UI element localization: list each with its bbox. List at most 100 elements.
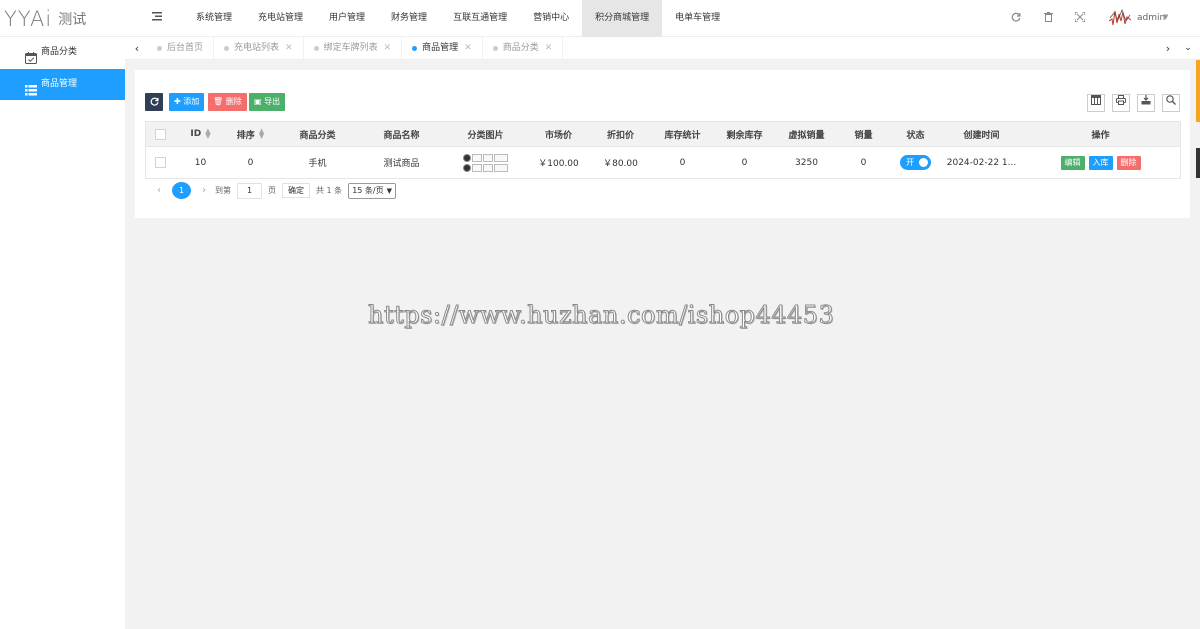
tab-dot — [313, 46, 319, 51]
edge-tab-dark[interactable] — [1196, 148, 1200, 178]
tab-dot — [412, 46, 418, 51]
total-count: 共 1 条 — [316, 186, 343, 195]
page-size-select[interactable]: 15 条/页 ▼ — [348, 182, 396, 199]
row-delete-button[interactable]: 删除 — [1116, 155, 1141, 170]
column-header-id[interactable]: ID ▲ ▼ — [176, 122, 226, 146]
cell-created: 2024-02-22 1... — [946, 157, 1017, 168]
nav-item-stations[interactable]: 充电站管理 — [245, 0, 316, 37]
table-row: 10 0 手机 测试商品 ￥100.00 ￥80.00 0 0 3250 0 开 — [146, 146, 1180, 178]
column-header-category: 商品分类 — [299, 130, 336, 141]
sort-icon[interactable]: ▲ ▼ — [259, 128, 264, 140]
avatar[interactable] — [1108, 8, 1132, 27]
close-icon[interactable]: ✕ — [545, 37, 553, 60]
nav-item-finance[interactable]: 财务管理 — [378, 0, 440, 37]
cell-sort: 0 — [247, 157, 254, 168]
sort-icon[interactable]: ▲ ▼ — [205, 128, 210, 140]
export-button[interactable]: ▣ 导出 — [249, 93, 286, 111]
status-toggle[interactable]: 开 — [900, 155, 931, 170]
select-all-checkbox[interactable] — [146, 122, 176, 146]
column-header-stock-left: 剩余库存 — [726, 130, 763, 141]
tabs-menu-icon[interactable]: ⌄ — [1178, 37, 1198, 60]
nav-item-marketing[interactable]: 营销中心 — [520, 0, 582, 37]
refresh-button[interactable] — [145, 93, 163, 111]
nav-item-points-mall[interactable]: 积分商城管理 — [582, 0, 663, 37]
column-header-virtual-sales: 虚拟销量 — [788, 130, 825, 141]
close-icon[interactable]: ✕ — [384, 37, 392, 60]
goto-label: 到第 — [215, 186, 231, 195]
close-icon[interactable]: ✕ — [464, 37, 472, 60]
category-image-thumbnail[interactable] — [463, 153, 508, 172]
nav-item-ebike[interactable]: 电单车管理 — [662, 0, 733, 37]
nav-item-system[interactable]: 系统管理 — [183, 0, 245, 37]
column-header-actions: 操作 — [1091, 130, 1110, 141]
sidebar-item-label: 商品管理 — [41, 79, 78, 89]
cell-category: 手机 — [308, 159, 327, 169]
pagination: ‹ 1 › 到第 1 页 确定 共 1 条 15 条/页 ▼ — [152, 182, 396, 199]
edit-button[interactable]: 编辑 — [1060, 155, 1085, 170]
tab-list: 后台首页 充电站列表 ✕ 绑定车牌列表 ✕ 商品管理 ✕ 商品分类 ✕ — [147, 37, 564, 60]
cell-status: 开 — [890, 147, 942, 178]
sidebar-item-products[interactable]: 商品管理 — [0, 69, 125, 100]
export-button-label: 导出 — [264, 97, 281, 106]
goto-confirm-button[interactable]: 确定 — [282, 183, 310, 198]
goto-page-input[interactable]: 1 — [237, 182, 262, 199]
next-page-icon[interactable]: › — [197, 185, 211, 196]
stock-in-button[interactable]: 入库 — [1088, 155, 1113, 170]
column-header-status: 状态 — [906, 130, 925, 141]
page-tabs: ‹ 后台首页 充电站列表 ✕ 绑定车牌列表 ✕ 商品管理 ✕ 商品分类 ✕ › … — [125, 37, 1200, 60]
logo-text: 测试 — [58, 12, 87, 28]
tab-label: 后台首页 — [167, 43, 204, 53]
prev-page-icon[interactable]: ‹ — [152, 185, 166, 196]
close-icon[interactable]: ✕ — [285, 37, 293, 60]
top-bar: YYAi 测试 系统管理 充电站管理 用户管理 财务管理 互联互通管理 营销中心… — [0, 0, 1200, 37]
chevron-down-icon: ▼ — [386, 186, 392, 195]
cell-virtual-sales: 3250 — [795, 157, 818, 168]
tab-plates[interactable]: 绑定车牌列表 ✕ — [304, 37, 403, 60]
column-header-sales: 销量 — [854, 130, 873, 141]
calendar-check-icon — [25, 47, 37, 64]
row-checkbox[interactable] — [146, 147, 176, 178]
page-unit-label: 页 — [268, 186, 276, 195]
add-button[interactable]: ✚ 添加 — [169, 93, 205, 111]
cell-image[interactable] — [444, 147, 528, 178]
product-table: ID ▲ ▼ 排序 ▲ ▼ 商品分类 商品名称 分类图片 市场价 折扣价 库存统计 剩余… — [145, 121, 1181, 179]
list-icon — [25, 79, 37, 96]
tab-products[interactable]: 商品管理 ✕ — [402, 37, 483, 60]
add-button-label: 添加 — [183, 97, 200, 106]
tabs-prev-icon[interactable]: ‹ — [127, 37, 147, 60]
export-file-icon: ▣ — [254, 97, 262, 106]
cell-stock-left: 0 — [741, 157, 748, 168]
columns-filter-icon[interactable] — [1087, 94, 1105, 112]
nav-item-users[interactable]: 用户管理 — [316, 0, 378, 37]
sidebar-item-label: 商品分类 — [41, 47, 78, 57]
nav-item-interconnect[interactable]: 互联互通管理 — [440, 0, 520, 37]
tabs-next-icon[interactable]: › — [1158, 37, 1178, 60]
trash-icon[interactable] — [1042, 12, 1054, 24]
fullscreen-icon[interactable] — [1074, 11, 1086, 24]
cell-id: 10 — [194, 157, 207, 168]
column-header-sort[interactable]: 排序 ▲ ▼ — [226, 122, 276, 146]
delete-button[interactable]: 🗑 删除 — [208, 93, 247, 111]
tab-label: 绑定车牌列表 — [323, 43, 378, 53]
export-icon[interactable] — [1137, 94, 1155, 112]
current-page[interactable]: 1 — [172, 182, 191, 199]
tab-label: 商品管理 — [422, 43, 459, 53]
print-icon[interactable] — [1112, 94, 1130, 112]
delete-button-label: 删除 — [225, 97, 242, 106]
edge-tab-accent[interactable] — [1196, 60, 1200, 122]
tab-categories[interactable]: 商品分类 ✕ — [483, 37, 564, 60]
page-size-value: 15 条/页 — [352, 185, 384, 195]
refresh-icon[interactable] — [1010, 12, 1022, 24]
tab-stations[interactable]: 充电站列表 ✕ — [214, 37, 304, 60]
sidebar-item-category[interactable]: 商品分类 — [0, 37, 125, 68]
tab-dot — [224, 46, 230, 51]
tab-dot — [492, 46, 498, 51]
search-icon[interactable] — [1162, 94, 1180, 112]
watermark: https://www.huzhan.com/ishop44453 — [367, 301, 835, 330]
user-menu-caret-icon[interactable]: ▼ — [1163, 13, 1168, 21]
user-name[interactable]: admin — [1137, 13, 1165, 23]
menu-toggle-icon[interactable] — [150, 11, 164, 25]
status-toggle-label: 开 — [906, 158, 914, 167]
tab-home[interactable]: 后台首页 — [147, 37, 215, 60]
column-header-name: 商品名称 — [383, 130, 420, 141]
